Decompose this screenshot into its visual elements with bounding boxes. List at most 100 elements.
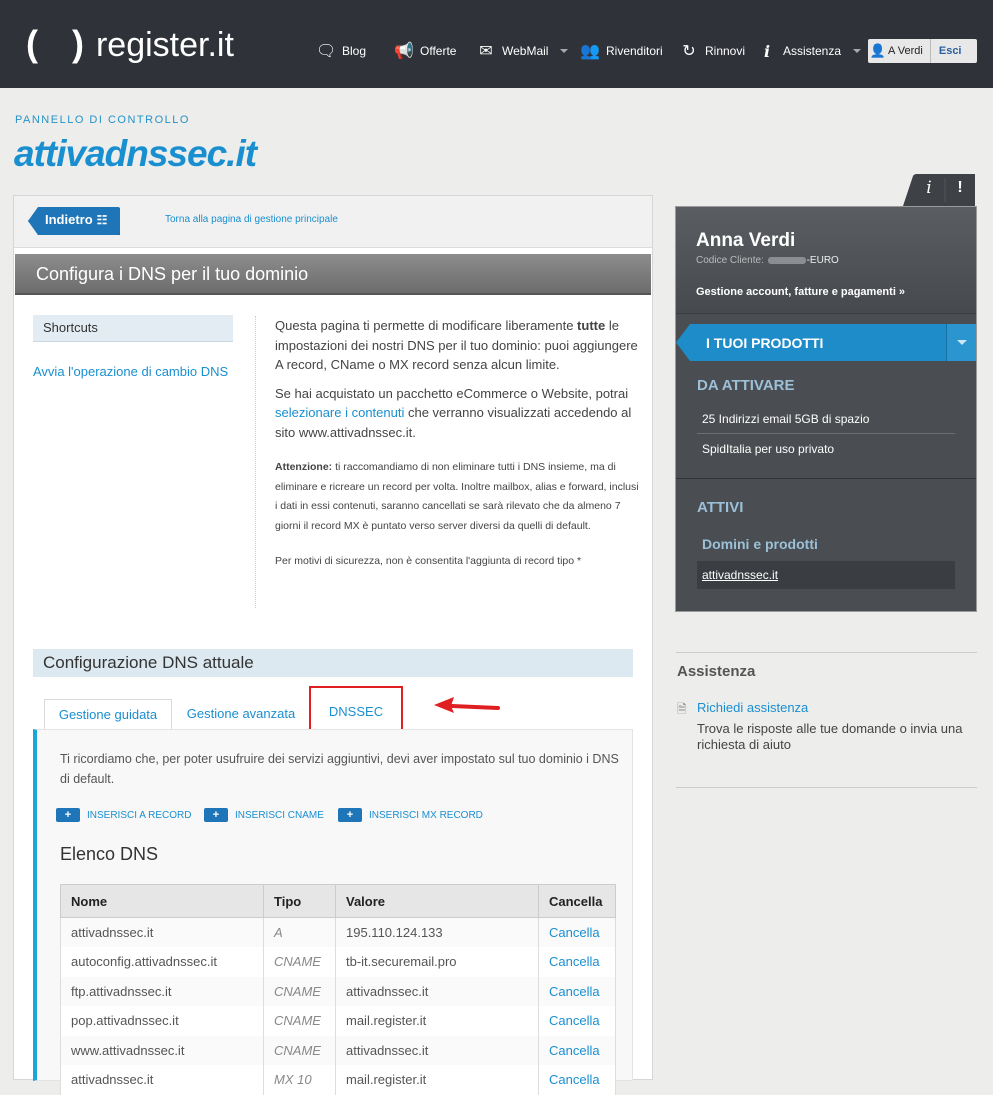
account-management-link[interactable]: Gestione account, fatture e pagamenti » bbox=[696, 286, 905, 298]
dns-panel: Ti ricordiamo che, per poter usufruire d… bbox=[33, 729, 633, 1095]
add-mx-record-label: INSERISCI MX RECORD bbox=[369, 809, 483, 821]
chevron-down-icon bbox=[853, 49, 862, 53]
dns-table: Nome Tipo Valore Cancella attivadnssec.i… bbox=[60, 884, 616, 1095]
shortcuts-header: Shortcuts bbox=[33, 315, 233, 342]
row-name: ftp.attivadnssec.it bbox=[60, 976, 264, 1006]
dns-list-title: Elenco DNS bbox=[60, 844, 159, 864]
table-row: attivadnssec.it A 195.110.124.133 Cancel… bbox=[60, 917, 616, 947]
delete-link[interactable]: Cancella bbox=[538, 917, 616, 947]
back-bar: Indietro ☷ Torna alla pagina di gestione … bbox=[14, 196, 652, 248]
nav-rivenditori[interactable]: 👥 Rivenditori bbox=[580, 40, 663, 62]
user-icon: 👤 bbox=[869, 43, 887, 58]
row-name: www.attivadnssec.it bbox=[60, 1035, 264, 1065]
dns-config-header: Configurazione DNS attuale bbox=[33, 649, 633, 677]
nav-rinnovi-label: Rinnovi bbox=[705, 44, 746, 58]
envelope-icon: ✉ bbox=[479, 43, 493, 60]
to-activate-title: DA ATTIVARE bbox=[697, 377, 795, 394]
row-type: CNAME bbox=[263, 1035, 336, 1065]
user-box: 👤 A Verdi Esci bbox=[868, 39, 977, 63]
row-value: 195.110.124.133 bbox=[335, 917, 539, 947]
main-panel: Indietro ☷ Torna alla pagina di gestione … bbox=[13, 195, 653, 1095]
domains-subtitle: Domini e prodotti bbox=[702, 536, 818, 552]
row-name: autoconfig.attivadnssec.it bbox=[60, 947, 264, 977]
add-mx-record-button[interactable]: + INSERISCI MX RECORD bbox=[338, 808, 483, 822]
tab-gestione-avanzata[interactable]: Gestione avanzata bbox=[174, 699, 308, 729]
domain-item-link[interactable]: attivadnssec.it bbox=[697, 561, 955, 589]
assistance-title: Assistenza bbox=[677, 663, 756, 680]
change-dns-link[interactable]: Avvia l'operazione di cambio DNS bbox=[33, 364, 228, 379]
nav-blog-label: Blog bbox=[342, 44, 367, 58]
warning-label: Attenzione: bbox=[275, 461, 333, 473]
intro-text: Questa pagina ti permette di modificare … bbox=[275, 316, 641, 581]
redacted-code bbox=[767, 256, 806, 264]
warning-note: Attenzione: ti raccomandiamo di non elim… bbox=[275, 458, 641, 536]
plus-icon: + bbox=[338, 808, 362, 822]
info-tab[interactable]: i bbox=[915, 178, 943, 198]
delete-link[interactable]: Cancella bbox=[538, 976, 616, 1006]
logout-button[interactable]: Esci bbox=[931, 45, 962, 57]
back-button-label: Indietro bbox=[45, 212, 93, 227]
products-bar[interactable]: I TUOI PRODOTTI bbox=[676, 324, 976, 361]
tab-dnssec[interactable]: DNSSEC bbox=[309, 686, 403, 732]
back-button[interactable]: Indietro ☷ bbox=[28, 207, 120, 235]
sidebar-divider bbox=[676, 478, 976, 479]
table-row: autoconfig.attivadnssec.it CNAME tb-it.s… bbox=[60, 947, 616, 977]
tab-gestione-guidata[interactable]: Gestione guidata bbox=[44, 699, 172, 730]
document-icon: 🗎 bbox=[677, 702, 687, 716]
row-type: CNAME bbox=[263, 976, 336, 1006]
nav-offerte[interactable]: 📢 Offerte bbox=[394, 40, 456, 62]
register-it-logo[interactable]: ( )register.it bbox=[26, 24, 234, 65]
intro-paragraph-2: Se hai acquistato un pacchetto eCommerce… bbox=[275, 384, 641, 443]
logo-text: register.it bbox=[95, 26, 234, 64]
row-type: A bbox=[263, 917, 336, 947]
row-name: attivadnssec.it bbox=[60, 917, 264, 947]
active-title: ATTIVI bbox=[697, 499, 744, 516]
account-sidebar: Anna Verdi Codice Cliente: -EURO Gestion… bbox=[675, 206, 977, 612]
nav-blog[interactable]: 🗨 Blog bbox=[316, 40, 366, 62]
to-activate-item[interactable]: 25 Indirizzi email 5GB di spazio bbox=[697, 405, 955, 434]
products-title: I TUOI PRODOTTI bbox=[706, 335, 824, 351]
customer-code-suffix: -EURO bbox=[806, 255, 839, 266]
delete-link[interactable]: Cancella bbox=[538, 1006, 616, 1036]
divider bbox=[676, 652, 977, 653]
intro-p2-a: Se hai acquistato un pacchetto eCommerce… bbox=[275, 385, 629, 401]
megaphone-icon: 📢 bbox=[394, 43, 414, 60]
back-to-main-link[interactable]: Torna alla pagina di gestione principale bbox=[165, 214, 338, 225]
select-contents-link[interactable]: selezionare i contenuti bbox=[275, 405, 404, 420]
section-title: Configura i DNS per il tuo dominio bbox=[15, 254, 651, 295]
customer-code-label: Codice Cliente: bbox=[696, 255, 764, 266]
column-header-valore: Valore bbox=[335, 884, 539, 918]
red-arrow-annotation bbox=[434, 697, 500, 713]
nav-assistenza[interactable]: i Assistenza bbox=[757, 40, 862, 62]
delete-link[interactable]: Cancella bbox=[538, 1035, 616, 1065]
add-cname-button[interactable]: + INSERISCI CNAME bbox=[204, 808, 324, 822]
add-cname-label: INSERISCI CNAME bbox=[235, 809, 324, 821]
alert-tab[interactable]: ! bbox=[946, 179, 974, 197]
column-header-nome: Nome bbox=[60, 884, 264, 918]
table-row: www.attivadnssec.it CNAME attivadnssec.i… bbox=[60, 1035, 616, 1065]
control-panel-kicker: PANNELLO DI CONTROLLO bbox=[15, 114, 190, 126]
table-row: pop.attivadnssec.it CNAME mail.register.… bbox=[60, 1006, 616, 1036]
row-type: CNAME bbox=[263, 947, 336, 977]
to-activate-item[interactable]: SpidItalia per uso privato bbox=[697, 435, 955, 464]
account-name: Anna Verdi bbox=[696, 230, 796, 251]
chevron-down-icon[interactable] bbox=[946, 324, 976, 361]
delete-link[interactable]: Cancella bbox=[538, 947, 616, 977]
add-a-record-label: INSERISCI A RECORD bbox=[87, 809, 192, 821]
table-header-row: Nome Tipo Valore Cancella bbox=[60, 884, 616, 918]
intro-p1-bold: tutte bbox=[577, 318, 606, 333]
row-value: mail.register.it bbox=[335, 1006, 539, 1036]
nav-webmail[interactable]: ✉ WebMail bbox=[476, 40, 569, 62]
row-value: attivadnssec.it bbox=[335, 976, 539, 1006]
account-summary: Anna Verdi Codice Cliente: -EURO Gestion… bbox=[676, 207, 976, 314]
plus-icon: + bbox=[204, 808, 228, 822]
request-assistance-link[interactable]: Richiedi assistenza bbox=[697, 700, 808, 715]
nav-offerte-label: Offerte bbox=[420, 44, 457, 58]
add-a-record-button[interactable]: + INSERISCI A RECORD bbox=[56, 808, 191, 822]
nav-webmail-label: WebMail bbox=[502, 44, 549, 58]
nav-rinnovi[interactable]: ↻ Rinnovi bbox=[679, 40, 745, 62]
chevron-down-icon bbox=[560, 49, 569, 53]
column-header-tipo: Tipo bbox=[263, 884, 336, 918]
grid-icon: ☷ bbox=[96, 213, 108, 227]
user-name[interactable]: A Verdi bbox=[888, 39, 931, 63]
